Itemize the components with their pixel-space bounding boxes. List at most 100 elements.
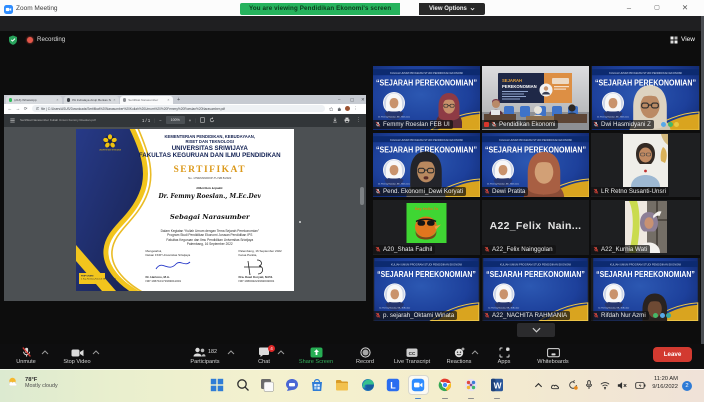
video-options-chevron[interactable]	[92, 350, 100, 356]
browser-tab-pdf-active[interactable]: Sertifikat Narasumber ×	[120, 96, 173, 104]
minimize-button[interactable]: –	[621, 3, 637, 13]
battery-icon[interactable]	[635, 381, 646, 390]
browser-close-button[interactable]: ✕	[361, 97, 365, 103]
video-tile-dewi-pratita[interactable]: Dewi Pratita	[482, 133, 589, 197]
taskbar-weather-widget[interactable]: 78°F Mostly cloudy	[7, 376, 58, 389]
sync-icon[interactable]	[568, 380, 578, 390]
muted-mic-icon	[375, 312, 381, 319]
video-tile-kurnia-wati[interactable]: A22_Kurnia Wati	[591, 200, 700, 255]
video-tile-femmy-roeslan[interactable]: Femmy Roeslan FEB UI	[373, 66, 480, 130]
word-icon[interactable]: W	[490, 378, 504, 392]
tray-mic-icon[interactable]	[585, 380, 593, 390]
paint-palette-icon[interactable]	[464, 378, 478, 392]
cc-icon: CC	[406, 348, 418, 358]
participant-name-label: Femmy Roeslan FEB UI	[373, 120, 453, 129]
maximize-button[interactable]: ▢	[649, 3, 665, 13]
certificate-body-line4: Palembang, 16 September 2022	[128, 242, 293, 246]
video-tile-nachita-rahmania[interactable]: A22_NACHITA RAHMANIA	[482, 258, 589, 321]
extensions-puzzle-icon[interactable]	[337, 107, 342, 112]
pdf-rotate-icon[interactable]	[209, 117, 215, 123]
pdf-fit-page-icon[interactable]	[200, 117, 205, 123]
video-tile-dwi-hasmidyani[interactable]: Dwi Hasmidyani Z	[591, 66, 700, 130]
microsoft-store-icon[interactable]	[310, 378, 324, 392]
whiteboard-icon	[547, 348, 560, 358]
shared-screen-browser-window: (213) WhatsApp × PA Indralaya Arsip Berk…	[4, 95, 366, 301]
video-tile-felix-nainggolan[interactable]: A22_Felix Nain... A22_Felix Nainggolan	[482, 200, 589, 255]
video-tile-oktami-winata[interactable]: p. sejarah_Oktami Winata	[373, 258, 480, 321]
certificate-body-line1: Dalam Kegiatan “Kuliah Umum dengan Tema …	[128, 229, 293, 233]
leave-button[interactable]: Leave	[653, 347, 692, 362]
participant-display-name-text: A22_Felix Nain...	[482, 220, 589, 232]
search-icon[interactable]	[236, 378, 250, 392]
pdf-print-icon[interactable]	[344, 117, 350, 123]
forward-icon[interactable]: →	[16, 106, 21, 111]
zoom-taskbar-icon[interactable]	[411, 378, 425, 392]
video-tile-dewi-koryati-active-speaker[interactable]: Pend. Ekonomi_Dewi Koryati	[373, 133, 480, 197]
chrome-icon[interactable]	[438, 378, 452, 392]
pdf-zoom-in-button[interactable]: +	[189, 118, 191, 123]
svg-text:FKIP UNSRI: FKIP UNSRI	[81, 275, 94, 277]
tab-close-icon[interactable]: ×	[113, 99, 116, 102]
edge-browser-icon[interactable]	[361, 378, 375, 392]
view-button[interactable]: View	[670, 36, 695, 44]
profile-avatar[interactable]	[345, 106, 350, 111]
pdf-page-indicator: 1 / 1	[142, 118, 150, 123]
zoom-toolbar: Unmute Stop Video 182 Participants	[0, 344, 704, 369]
muted-mic-icon	[593, 312, 599, 319]
background-badge-icons	[661, 122, 679, 127]
participant-name-label: Pendidikan Ekonomi	[482, 120, 558, 129]
video-tile-pendidikan-ekonomi[interactable]: SEJARAH PEREKONOMIAN Pendidikan Ekonomi	[482, 66, 589, 130]
participant-name-label: Dewi Pratita	[482, 187, 528, 196]
pdf-more-icon[interactable]: ⋮	[356, 117, 361, 123]
browser-tab-2[interactable]: PA Indralaya Arsip Berkas Surat (2:1... …	[64, 96, 119, 104]
video-tile-lr-retno-susanti[interactable]: LR Retno Susanti-Unsri	[591, 133, 700, 197]
tray-chevron-up-icon[interactable]	[534, 381, 543, 390]
tab-close-icon[interactable]: ×	[167, 99, 170, 102]
reload-icon[interactable]: ⟳	[24, 106, 28, 112]
bookmark-star-icon[interactable]	[329, 107, 334, 112]
muted-mic-icon	[484, 312, 490, 319]
pdf-zoom-out-button[interactable]: −	[159, 118, 161, 123]
weather-description: Mostly cloudy	[25, 383, 58, 389]
pdf-menu-icon[interactable]	[10, 118, 15, 123]
browser-tab-whatsapp[interactable]: (213) WhatsApp ×	[6, 96, 62, 104]
onedrive-cloud-icon[interactable]	[550, 381, 561, 390]
certificate-header-line4: FAKULTAS KEGURUAN DAN ILMU PENDIDIKAN	[128, 152, 293, 159]
browser-menu-icon[interactable]: ⋮	[353, 106, 358, 112]
line-app-icon[interactable]: L	[386, 378, 400, 392]
browser-minimize-button[interactable]: –	[338, 97, 340, 102]
participant-name-label: Rifdah Nur Azmi	[591, 311, 649, 320]
pdf-scrollbar-thumb[interactable]	[360, 187, 364, 205]
task-view-icon[interactable]	[260, 378, 274, 392]
windows-taskbar: 78°F Mostly cloudy	[0, 369, 704, 402]
pdf-zoom-level[interactable]: 100%	[166, 116, 185, 124]
record-icon	[360, 347, 371, 358]
taskbar-clock[interactable]: 11:20 AM 9/16/2022	[652, 375, 678, 391]
more-participants-button[interactable]	[517, 323, 555, 337]
view-options-button[interactable]: View Options	[419, 3, 485, 15]
video-tile-shata-fadhil[interactable]: Say Hello To A20_Shata Fadhil	[373, 200, 480, 255]
meeting-top-bar: Recording View	[0, 16, 704, 31]
new-tab-button[interactable]: +	[177, 97, 180, 103]
close-button[interactable]: ✕	[677, 3, 693, 13]
browser-maximize-button[interactable]: ▢	[350, 97, 354, 103]
page-info-icon	[36, 107, 40, 111]
file-explorer-icon[interactable]	[335, 378, 349, 392]
browser-address-bar: ← → ⟳ file | C:/Users/ASUS/Downloads/Ser…	[4, 104, 366, 114]
tab-close-icon[interactable]: ×	[56, 99, 59, 102]
whiteboards-button[interactable]: Whiteboards	[521, 346, 585, 365]
pdf-download-icon[interactable]	[332, 117, 338, 123]
back-icon[interactable]: ←	[8, 106, 13, 111]
svg-text:Say Hello To: Say Hello To	[415, 206, 439, 211]
svg-text:UNIVERSITAS SRIWIJAYA: UNIVERSITAS SRIWIJAYA	[99, 148, 122, 151]
url-field[interactable]: file | C:/Users/ASUS/Downloads/Sertifika…	[32, 105, 325, 112]
whatsapp-favicon	[9, 98, 12, 101]
video-tile-rifdah-nur-azmi[interactable]: Rifdah Nur Azmi	[591, 258, 700, 321]
start-button-icon[interactable]	[210, 378, 224, 392]
notification-count-badge[interactable]: 2	[682, 381, 692, 391]
wifi-icon[interactable]	[600, 381, 610, 390]
teams-chat-icon[interactable]	[285, 378, 299, 392]
volume-muted-icon[interactable]	[617, 381, 628, 390]
certificate-header-line2: RISET DAN TEKNOLOGI	[128, 139, 293, 144]
pdf-filename: Sertifikat Narasumber Kuliah Umum Femmy …	[20, 118, 115, 122]
